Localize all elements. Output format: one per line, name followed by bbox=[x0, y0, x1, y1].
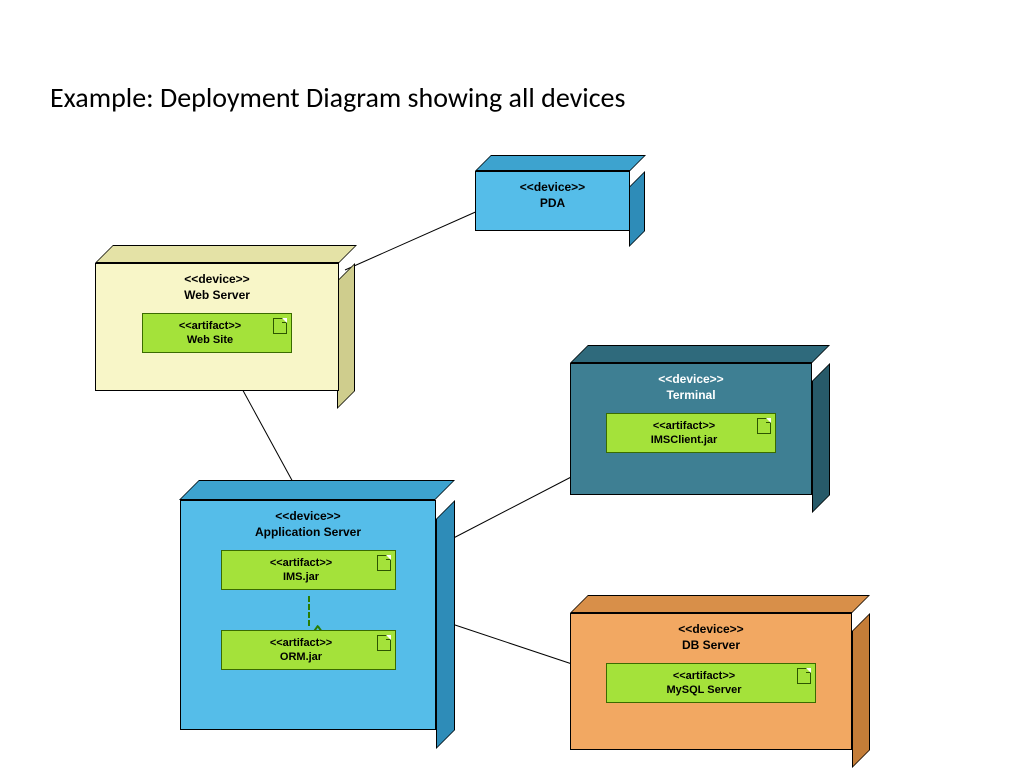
db-server-name: DB Server bbox=[577, 638, 845, 652]
artifact-name: ORM.jar bbox=[230, 651, 373, 663]
terminal-name: Terminal bbox=[577, 388, 805, 402]
node-db-server: <<device>> DB Server <<artifact>> MySQL … bbox=[570, 595, 870, 750]
diagram-title: Example: Deployment Diagram showing all … bbox=[50, 80, 625, 115]
artifact-ims-jar: <<artifact>> IMS.jar bbox=[221, 550, 396, 590]
document-icon bbox=[757, 418, 771, 434]
artifact-orm-jar: <<artifact>> ORM.jar bbox=[221, 630, 396, 670]
app-server-name: Application Server bbox=[187, 525, 429, 539]
node-web-server: <<device>> Web Server <<artifact>> Web S… bbox=[95, 245, 355, 390]
document-icon bbox=[273, 318, 287, 334]
terminal-stereotype: <<device>> bbox=[577, 372, 805, 386]
artifact-name: Web Site bbox=[151, 334, 269, 346]
artifact-stereotype: <<artifact>> bbox=[151, 320, 269, 332]
document-icon bbox=[377, 555, 391, 571]
pda-stereotype: <<device>> bbox=[482, 180, 623, 194]
artifact-web-site: <<artifact>> Web Site bbox=[142, 313, 292, 353]
db-server-stereotype: <<device>> bbox=[577, 622, 845, 636]
artifact-mysql: <<artifact>> MySQL Server bbox=[606, 663, 816, 703]
artifact-name: IMS.jar bbox=[230, 571, 373, 583]
node-application-server: <<device>> Application Server <<artifact… bbox=[180, 480, 455, 730]
artifact-ims-client: <<artifact>> IMSClient.jar bbox=[606, 413, 776, 453]
document-icon bbox=[377, 635, 391, 651]
node-pda: <<device>> PDA bbox=[475, 155, 645, 230]
artifact-name: MySQL Server bbox=[615, 684, 793, 696]
artifact-stereotype: <<artifact>> bbox=[230, 557, 373, 569]
web-server-stereotype: <<device>> bbox=[102, 272, 332, 286]
node-terminal: <<device>> Terminal <<artifact>> IMSClie… bbox=[570, 345, 830, 495]
artifact-stereotype: <<artifact>> bbox=[230, 637, 373, 649]
pda-name: PDA bbox=[482, 196, 623, 210]
artifact-stereotype: <<artifact>> bbox=[615, 420, 753, 432]
web-server-name: Web Server bbox=[102, 288, 332, 302]
dependency-arrow bbox=[187, 590, 429, 630]
artifact-stereotype: <<artifact>> bbox=[615, 670, 793, 682]
document-icon bbox=[797, 668, 811, 684]
artifact-name: IMSClient.jar bbox=[615, 434, 753, 446]
app-server-stereotype: <<device>> bbox=[187, 509, 429, 523]
